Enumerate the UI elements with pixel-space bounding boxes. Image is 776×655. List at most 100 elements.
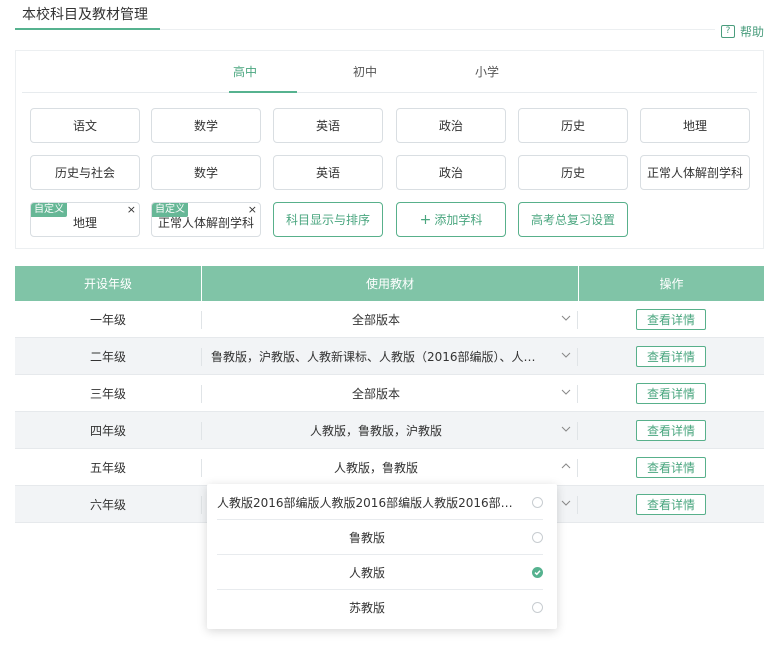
grade-cell: 四年级	[15, 412, 201, 448]
cell-divider	[577, 459, 578, 477]
chevron-down-icon[interactable]	[561, 313, 571, 323]
grade-label: 一年级	[89, 312, 126, 327]
remove-custom-subject-button[interactable]: ×	[127, 203, 136, 217]
cell-divider	[201, 459, 202, 477]
checkmark-icon	[534, 570, 541, 576]
help-link[interactable]: ? 帮助	[720, 23, 764, 40]
subject-button-geography[interactable]: 地理	[640, 108, 750, 143]
tab-junior-high[interactable]: 初中	[353, 63, 377, 80]
custom-subject-anatomy[interactable]: 自定义 × 正常人体解剖学科	[151, 202, 261, 237]
grade-label: 四年级	[89, 423, 126, 438]
subject-display-sort-button[interactable]: 科目显示与排序	[273, 202, 383, 237]
subject-button-english[interactable]: 英语	[273, 108, 383, 143]
dropdown-option[interactable]: 人教版	[217, 555, 543, 590]
view-details-button[interactable]: 查看详情	[636, 382, 706, 404]
remove-custom-subject-button[interactable]: ×	[248, 203, 257, 217]
grade-label: 六年级	[89, 497, 126, 512]
view-details-button[interactable]: 查看详情	[636, 456, 706, 478]
subject-button-chinese[interactable]: 语文	[30, 108, 140, 143]
radio-unchecked-icon[interactable]	[532, 532, 543, 543]
subject-button-math[interactable]: 数学	[151, 108, 261, 143]
textbook-select[interactable]: 人教版，鲁教版	[201, 449, 578, 485]
view-details-button[interactable]: 查看详情	[636, 419, 706, 441]
cell-divider	[577, 422, 578, 440]
subject-button-history-society[interactable]: 历史与社会	[30, 155, 140, 190]
view-details-button[interactable]: 查看详情	[636, 345, 706, 367]
operation-cell: 查看详情	[578, 375, 764, 411]
custom-subject-geography[interactable]: 自定义 × 地理	[30, 202, 140, 237]
help-label: 帮助	[739, 25, 764, 39]
chevron-down-icon[interactable]	[561, 350, 571, 360]
textbook-value: 全部版本	[351, 312, 400, 327]
tab-primary[interactable]: 小学	[475, 63, 499, 80]
textbook-dropdown: 人教版2016部编版人教版2016部编版人教版2016部编版人教版2016部编版…	[207, 484, 557, 629]
chevron-down-icon[interactable]	[561, 387, 571, 397]
operation-cell: 查看详情	[578, 301, 764, 337]
operation-cell: 查看详情	[578, 449, 764, 485]
textbook-value: 全部版本	[351, 386, 400, 401]
table-row: 五年级 人教版，鲁教版 查看详情	[15, 449, 764, 486]
level-tabs: 高中 初中 小学	[22, 51, 757, 93]
option-label: 人教版2016部编版人教版2016部编版人教版2016部编版人教版2016部编版	[217, 496, 517, 510]
cell-divider	[577, 496, 578, 514]
header-operation: 操作	[578, 266, 764, 301]
tab-senior-high[interactable]: 高中	[233, 63, 257, 80]
subject-button-politics[interactable]: 政治	[396, 108, 506, 143]
grade-cell: 三年级	[15, 375, 201, 411]
page-header: 本校科目及教材管理 ? 帮助	[15, 0, 776, 39]
option-label: 鲁教版	[348, 531, 385, 545]
view-details-button[interactable]: 查看详情	[636, 493, 706, 515]
subject-button-history-2[interactable]: 历史	[518, 155, 628, 190]
table-header: 开设年级 使用教材 操作	[15, 266, 764, 301]
custom-tag: 自定义	[31, 203, 67, 217]
dropdown-option[interactable]: 鲁教版	[217, 520, 543, 555]
chevron-down-icon[interactable]	[561, 498, 571, 508]
exam-review-settings-button[interactable]: 高考总复习设置	[518, 202, 628, 237]
add-subject-button[interactable]: + 添加学科	[396, 202, 506, 237]
grade-cell: 二年级	[15, 338, 201, 374]
option-label: 苏教版	[348, 601, 385, 615]
textbook-select[interactable]: 全部版本	[201, 375, 578, 411]
page-title: 本校科目及教材管理	[22, 7, 148, 23]
subject-button-math-2[interactable]: 数学	[151, 155, 261, 190]
view-details-button[interactable]: 查看详情	[636, 308, 706, 330]
operation-cell: 查看详情	[578, 412, 764, 448]
cell-divider	[201, 385, 202, 403]
header-grade: 开设年级	[83, 277, 132, 291]
grade-label: 二年级	[89, 349, 126, 364]
subject-button-english-2[interactable]: 英语	[273, 155, 383, 190]
table-row: 三年级 全部版本 查看详情	[15, 375, 764, 412]
cell-divider	[201, 422, 202, 440]
cell-divider	[201, 496, 202, 514]
radio-unchecked-icon[interactable]	[532, 602, 543, 613]
cell-divider	[201, 348, 202, 366]
title-underline	[15, 28, 160, 30]
textbook-select[interactable]: 人教版，鲁教版，沪教版	[201, 412, 578, 448]
textbook-value: 人教版，鲁教版，沪教版	[309, 423, 442, 438]
option-label: 人教版	[348, 566, 385, 580]
chevron-up-icon[interactable]	[561, 461, 571, 471]
header-divider	[160, 29, 715, 30]
table-row: 一年级 全部版本 查看详情	[15, 301, 764, 338]
grade-cell: 一年级	[15, 301, 201, 337]
add-subject-label: 添加学科	[434, 213, 483, 227]
radio-checked-icon[interactable]	[532, 567, 543, 578]
plus-icon: +	[419, 211, 432, 228]
subject-button-politics-2[interactable]: 政治	[396, 155, 506, 190]
subject-panel: 高中 初中 小学 语文 数学 英语 政治 历史 地理 历史与社会 数学 英语 政…	[15, 50, 764, 249]
textbook-select[interactable]: 鲁教版，沪教版、人教新课标、人教版（2016部编版）、人教版	[201, 338, 578, 374]
subject-button-history[interactable]: 历史	[518, 108, 628, 143]
subject-button-anatomy[interactable]: 正常人体解剖学科	[640, 155, 750, 190]
grade-cell: 五年级	[15, 449, 201, 485]
grade-label: 三年级	[89, 386, 126, 401]
header-textbook: 使用教材	[201, 266, 578, 301]
active-tab-indicator	[229, 91, 297, 93]
chevron-down-icon[interactable]	[561, 424, 571, 434]
radio-unchecked-icon[interactable]	[532, 497, 543, 508]
grade-cell: 六年级	[15, 486, 201, 522]
table-row: 二年级 鲁教版，沪教版、人教新课标、人教版（2016部编版）、人教版 查看详情	[15, 338, 764, 375]
textbook-select[interactable]: 全部版本	[201, 301, 578, 337]
dropdown-option[interactable]: 人教版2016部编版人教版2016部编版人教版2016部编版人教版2016部编版	[217, 485, 543, 520]
cell-divider	[201, 311, 202, 329]
dropdown-option[interactable]: 苏教版	[217, 590, 543, 625]
